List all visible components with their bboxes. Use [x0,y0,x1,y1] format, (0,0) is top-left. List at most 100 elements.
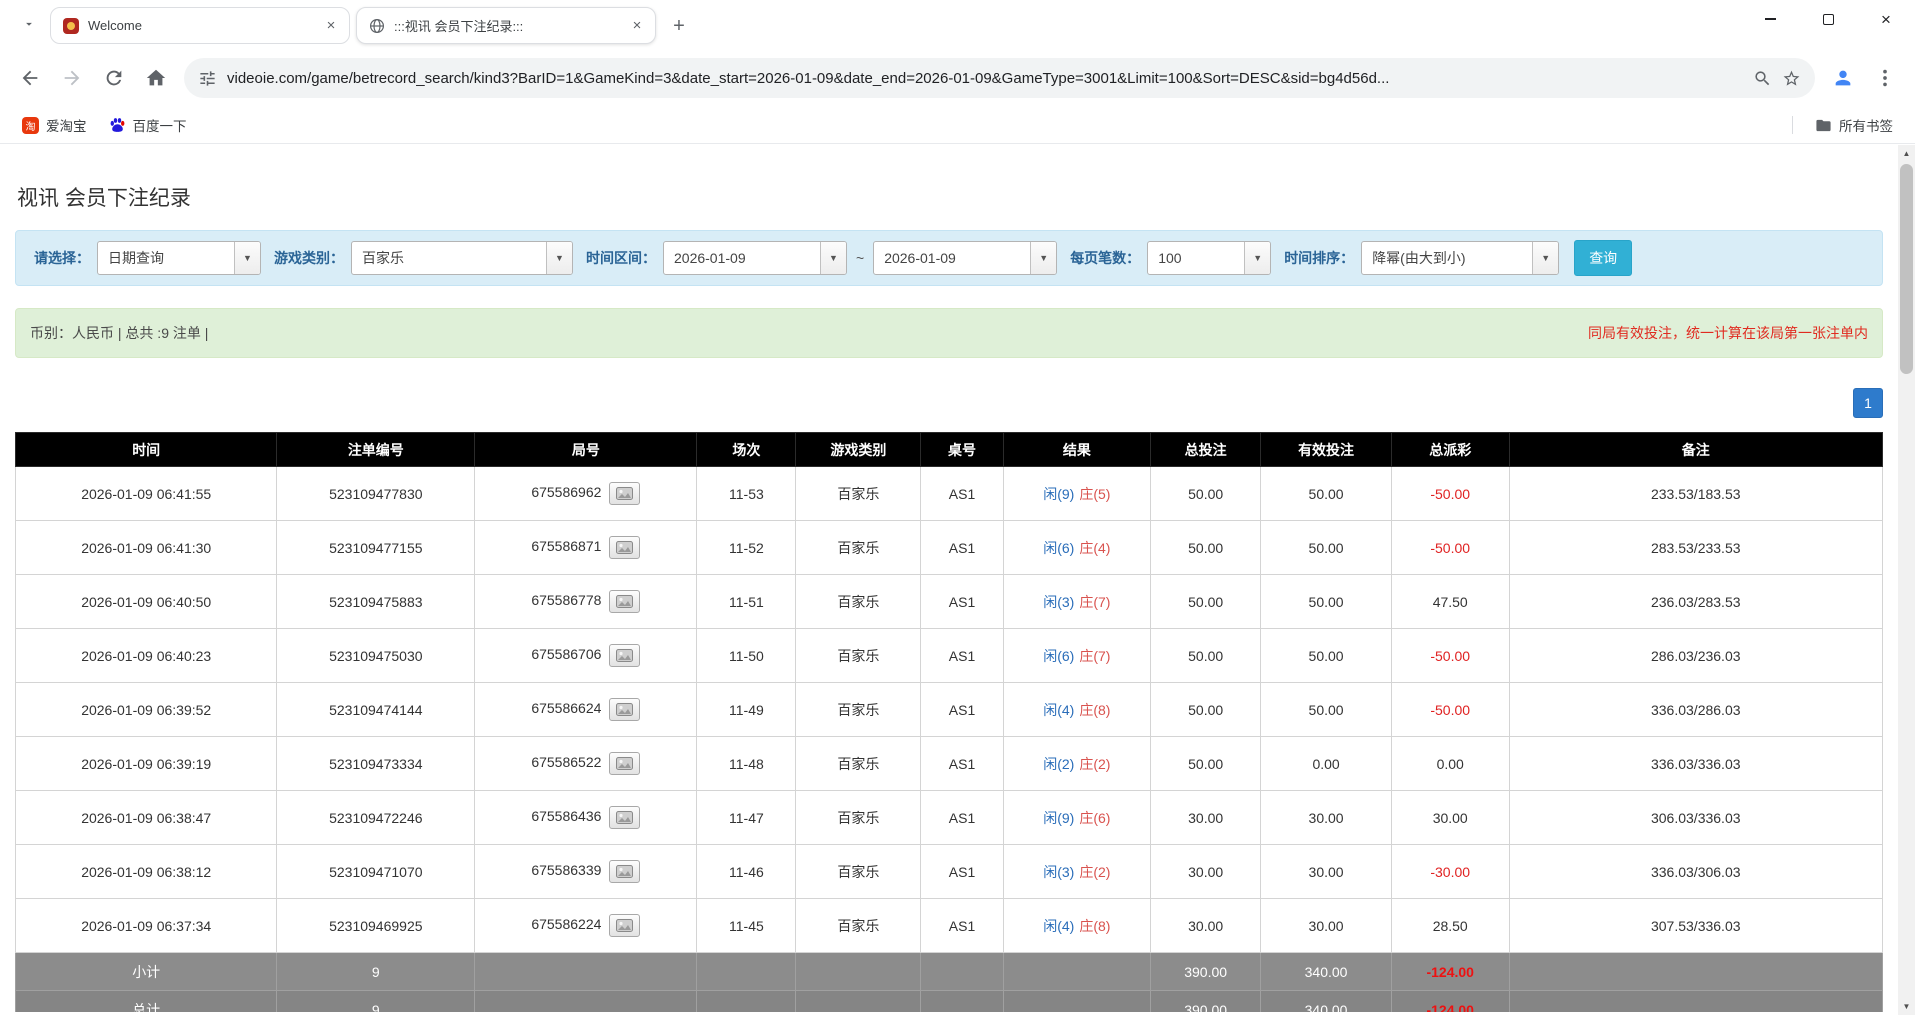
dropdown-arrow-icon[interactable]: ▼ [1030,242,1056,274]
table-no-cell: AS1 [921,845,1003,899]
round-detail-button[interactable] [609,590,640,613]
url-text[interactable]: videoie.com/game/betrecord_search/kind3?… [227,70,1743,87]
round-detail-button[interactable] [609,698,640,721]
welcome-favicon-icon [63,18,79,34]
total-bet-cell[interactable]: 50.00 [1151,737,1261,791]
round-number: 675586624 [531,700,601,716]
scroll-down-arrow-icon[interactable]: ▼ [1898,998,1915,1015]
subtotal-payout: -124.00 [1426,964,1473,980]
page-scrollbar[interactable]: ▲ ▼ [1898,145,1915,1015]
session-cell: 11-53 [697,467,796,521]
tab-betrecord[interactable]: :::视讯 会员下注纪录::: × [356,7,656,44]
bookmark-aitaobao[interactable]: 淘 爱淘宝 [14,111,95,139]
tab-title: :::视讯 会员下注纪录::: [394,16,618,35]
round-detail-button[interactable] [609,752,640,775]
page-size-select[interactable]: 100 ▼ [1147,241,1271,275]
close-icon[interactable]: × [627,16,647,36]
time-cell: 2026-01-09 06:41:55 [16,467,277,521]
result-banker: 庄(2) [1079,864,1110,880]
total-bet-cell[interactable]: 50.00 [1151,683,1261,737]
page-1-button[interactable]: 1 [1853,388,1883,418]
dropdown-arrow-icon[interactable]: ▼ [820,242,846,274]
valid-bet-cell: 50.00 [1261,467,1392,521]
round-detail-button[interactable] [609,644,640,667]
sort-select[interactable]: 降幂(由大到小) ▼ [1361,241,1559,275]
page-size-label: 每页笔数： [1070,248,1140,268]
payout-value: -50.00 [1391,521,1509,575]
result-cell: 闲(3)庄(2) [1003,845,1150,899]
search-button[interactable]: 查询 [1574,240,1632,276]
menu-button[interactable] [1865,58,1905,98]
minimize-button[interactable] [1741,0,1799,38]
round-detail-button[interactable] [609,536,640,559]
maximize-button[interactable] [1799,0,1857,38]
round-detail-button[interactable] [609,914,640,937]
date-start-value: 2026-01-09 [664,242,820,274]
table-row: 2026-01-09 06:40:50 523109475883 6755867… [16,575,1883,629]
result-cell: 闲(3)庄(7) [1003,575,1150,629]
dropdown-arrow-icon[interactable]: ▼ [234,242,260,274]
date-start-select[interactable]: 2026-01-09 ▼ [663,241,847,275]
tab-search-button[interactable] [12,8,46,42]
back-icon [19,67,41,89]
game-type-select[interactable]: 百家乐 ▼ [351,241,573,275]
forward-button[interactable] [52,58,92,98]
subtotal-label: 小计 [16,953,277,991]
total-bet-cell[interactable]: 50.00 [1151,575,1261,629]
profile-button[interactable] [1823,58,1863,98]
new-tab-button[interactable]: + [664,11,694,41]
total-bet-cell[interactable]: 50.00 [1151,629,1261,683]
back-button[interactable] [10,58,50,98]
bet-id-cell: 523109477155 [277,521,475,575]
dropdown-arrow-icon[interactable]: ▼ [1244,242,1270,274]
baidu-paw-icon [109,117,126,134]
col-header-remark: 备注 [1509,433,1882,467]
globe-icon [369,18,385,34]
total-bet-cell[interactable]: 30.00 [1151,845,1261,899]
round-number: 675586522 [531,754,601,770]
round-detail-button[interactable] [609,482,640,505]
page-content: 视讯 会员下注纪录 请选择： 日期查询 ▼ 游戏类别： 百家乐 ▼ 时间区间： … [0,144,1915,1012]
all-bookmarks-button[interactable]: 所有书签 [1807,111,1901,139]
taobao-icon: 淘 [22,117,39,134]
bookmark-star-icon[interactable] [1782,69,1801,88]
col-header-game: 游戏类别 [796,433,921,467]
round-detail-button[interactable] [609,860,640,883]
round-detail-button[interactable] [609,806,640,829]
refresh-button[interactable] [94,58,134,98]
query-type-select[interactable]: 日期查询 ▼ [97,241,261,275]
site-info-icon[interactable] [198,69,217,88]
total-bet-cell[interactable]: 30.00 [1151,899,1261,953]
home-button[interactable] [136,58,176,98]
scrollbar-thumb[interactable] [1900,164,1913,374]
window-close-button[interactable]: × [1857,0,1915,38]
total-bet-cell[interactable]: 50.00 [1151,521,1261,575]
col-header-table: 桌号 [921,433,1003,467]
round-cell: 675586522 [475,737,697,791]
remark-cell: 336.03/286.03 [1509,683,1882,737]
remark-cell: 283.53/233.53 [1509,521,1882,575]
round-number: 675586871 [531,538,601,554]
round-detail-icon [616,811,633,824]
scroll-up-arrow-icon[interactable]: ▲ [1898,145,1915,162]
close-icon[interactable]: × [321,16,341,36]
chevron-down-icon [22,17,36,34]
dropdown-arrow-icon[interactable]: ▼ [546,242,572,274]
table-row: 2026-01-09 06:39:52 523109474144 6755866… [16,683,1883,737]
total-bet-cell[interactable]: 50.00 [1151,467,1261,521]
zoom-icon[interactable] [1753,69,1772,88]
url-bar[interactable]: videoie.com/game/betrecord_search/kind3?… [184,58,1815,98]
total-bet-cell[interactable]: 30.00 [1151,791,1261,845]
sort-label: 时间排序： [1284,248,1354,268]
result-banker: 庄(8) [1079,918,1110,934]
tab-welcome[interactable]: Welcome × [50,7,350,44]
dropdown-arrow-icon[interactable]: ▼ [1532,242,1558,274]
bookmark-baidu[interactable]: 百度一下 [101,111,195,139]
bookmark-label: 百度一下 [133,115,187,135]
session-cell: 11-51 [697,575,796,629]
result-player: 闲(3) [1043,594,1074,610]
date-end-select[interactable]: 2026-01-09 ▼ [873,241,1057,275]
round-detail-icon [616,865,633,878]
round-cell: 675586962 [475,467,697,521]
result-player: 闲(6) [1043,648,1074,664]
